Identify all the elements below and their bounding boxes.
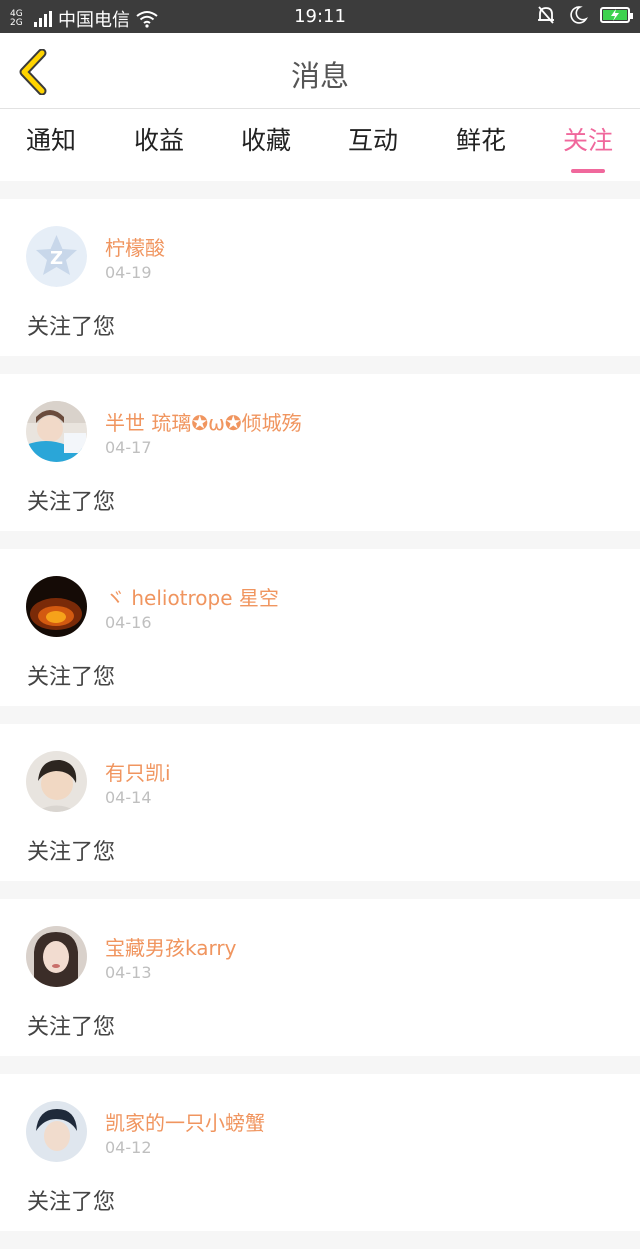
follow-message: 关注了您 (27, 665, 116, 690)
tab-follows[interactable]: 关注 (548, 121, 628, 173)
follow-date: 04-17 (105, 438, 152, 457)
follow-list: Z 柠檬酸 04-19 关注了您 半世 琉璃✪ω✪倾城殇 04-17 关注了您 (0, 199, 640, 1249)
tab-label: 通知 (25, 126, 76, 155)
avatar[interactable] (26, 576, 87, 637)
list-item[interactable]: 有只凯i 04-14 关注了您 (0, 724, 640, 881)
user-photo-icon (26, 1101, 87, 1162)
moon-icon (570, 6, 588, 24)
avatar[interactable] (26, 401, 87, 462)
list-item[interactable]: 半世 琉璃✪ω✪倾城殇 04-17 关注了您 (0, 374, 640, 531)
list-item[interactable]: Z 柠檬酸 04-19 关注了您 (0, 199, 640, 356)
default-avatar-icon: Z (26, 226, 87, 287)
user-name[interactable]: 半世 琉璃✪ω✪倾城殇 (105, 407, 302, 436)
list-item[interactable]: ヾ heliotrope 星空 04-16 关注了您 (0, 549, 640, 706)
active-tab-indicator (571, 169, 605, 173)
follow-message: 关注了您 (27, 1015, 116, 1040)
follow-date: 04-13 (105, 963, 152, 982)
svg-text:Z: Z (50, 248, 63, 269)
follow-message: 关注了您 (27, 840, 116, 865)
tab-label: 互动 (347, 126, 398, 155)
list-item[interactable]: 凯家的一只小螃蟹 04-12 关注了您 (0, 1074, 640, 1231)
list-item[interactable]: 宝藏男孩karry 04-13 关注了您 (0, 899, 640, 1056)
avatar[interactable]: Z (26, 226, 87, 287)
tab-bar: 通知 收益 收藏 互动 鲜花 关注 (0, 109, 640, 181)
tab-label: 关注 (562, 126, 613, 155)
page-title: 消息 (290, 59, 349, 93)
follow-date: 04-19 (105, 263, 152, 282)
tab-label: 鲜花 (455, 126, 506, 155)
follow-message: 关注了您 (27, 1190, 116, 1215)
battery-icon (600, 7, 633, 23)
bell-muted-icon (538, 6, 554, 24)
user-name[interactable]: ヾ heliotrope 星空 (105, 582, 279, 611)
follow-date: 04-16 (105, 613, 152, 632)
user-photo-icon (26, 751, 87, 812)
tab-label: 收藏 (240, 126, 291, 155)
user-photo-icon (26, 926, 87, 987)
avatar[interactable] (26, 1101, 87, 1162)
follow-message: 关注了您 (27, 315, 116, 340)
tab-flowers[interactable]: 鲜花 (441, 121, 521, 157)
user-photo-icon (26, 401, 87, 462)
status-right (536, 5, 633, 25)
tab-notifications[interactable]: 通知 (11, 121, 91, 157)
user-name[interactable]: 宝藏男孩karry (105, 932, 236, 961)
follow-date: 04-12 (105, 1138, 152, 1157)
avatar[interactable] (26, 751, 87, 812)
tab-interactions[interactable]: 互动 (333, 121, 413, 157)
status-bar: 4G 2G 中国电信 19:11 (0, 0, 640, 33)
user-name[interactable]: 凯家的一只小螃蟹 (105, 1107, 265, 1136)
tab-earnings[interactable]: 收益 (119, 121, 199, 157)
user-name[interactable]: 有只凯i (105, 757, 171, 786)
tab-label: 收益 (133, 126, 184, 155)
follow-date: 04-14 (105, 788, 152, 807)
app-header: 消息 (0, 33, 640, 109)
avatar[interactable] (26, 926, 87, 987)
follow-message: 关注了您 (27, 490, 116, 515)
fire-avatar-icon (26, 576, 87, 637)
tab-favorites[interactable]: 收藏 (226, 121, 306, 157)
user-name[interactable]: 柠檬酸 (105, 232, 165, 261)
